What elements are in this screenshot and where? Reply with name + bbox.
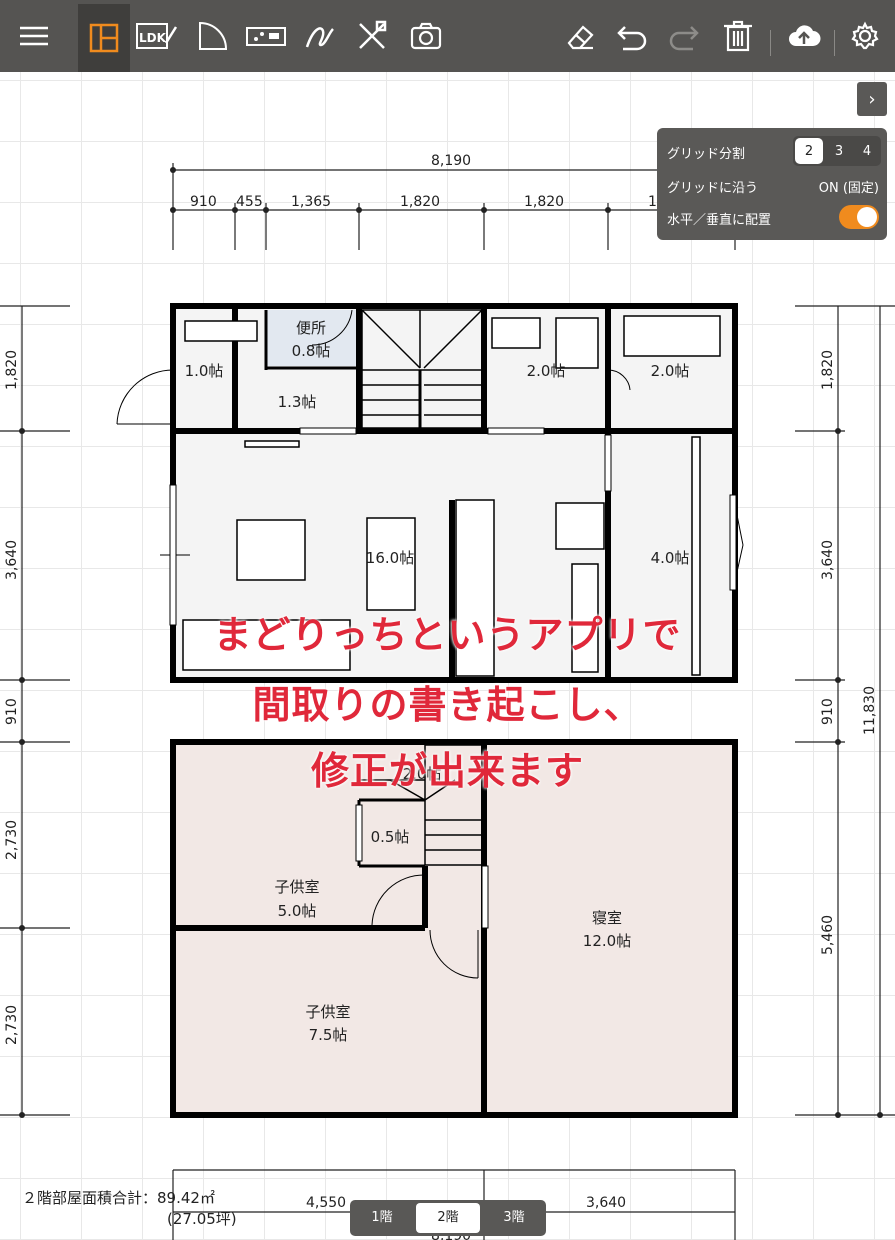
- dim-top-seg: 910: [190, 194, 217, 210]
- trash-icon[interactable]: [716, 14, 760, 58]
- dim-left-seg: 2,730: [4, 820, 20, 860]
- dim-top-seg: 1: [648, 194, 657, 210]
- toolbar-divider: [834, 30, 835, 56]
- floor-tab-2[interactable]: 2階: [416, 1203, 480, 1233]
- floor-tab-1[interactable]: 1階: [350, 1203, 414, 1233]
- ldk-label: LDK: [139, 31, 167, 45]
- room-label-toilet-area: 0.8帖: [292, 342, 331, 360]
- dim-left-seg: 2,730: [4, 1005, 20, 1045]
- dim-bottom-seg: 4,550: [306, 1195, 346, 1211]
- room-label-ldk: 16.0帖: [366, 549, 414, 567]
- room-label-kids1-name: 子供室: [274, 878, 319, 896]
- toolbar-divider: [770, 30, 771, 56]
- room-label-kids1-area: 5.0帖: [278, 902, 317, 920]
- area-tsubo: (27.05坪): [167, 1210, 237, 1228]
- floor-plan[interactable]: 8,190 910 455 1,365 1,820 1,820 1 1,820 …: [0, 72, 895, 1240]
- toolbar: LDK: [0, 0, 895, 72]
- measure-icon[interactable]: [350, 14, 394, 58]
- undo-icon[interactable]: [610, 14, 654, 58]
- furniture-icon[interactable]: [242, 14, 290, 58]
- dim-right-seg: 910: [820, 698, 836, 725]
- grid-division-option-4[interactable]: 4: [853, 136, 881, 166]
- grid-settings-panel: グリッド分割 2 3 4 グリッドに沿う ON (固定) 水平／垂直に配置: [657, 128, 887, 240]
- room-label: 2.0帖: [651, 362, 690, 380]
- dim-top-total: 8,190: [431, 153, 471, 169]
- camera-icon[interactable]: [404, 14, 448, 58]
- redo-icon[interactable]: [662, 14, 706, 58]
- dim-right-seg: 5,460: [820, 915, 836, 955]
- dim-top-seg: 1,365: [291, 194, 331, 210]
- room-label-bed-name: 寝室: [592, 909, 622, 927]
- dim-left-seg: 1,820: [4, 350, 20, 390]
- room-label-kids2-area: 7.5帖: [309, 1026, 348, 1044]
- dim-top-seg: 455: [236, 194, 263, 210]
- align-label: 水平／垂直に配置: [667, 212, 772, 228]
- room-label: 1.0帖: [185, 362, 224, 380]
- align-toggle[interactable]: [839, 205, 879, 229]
- chevron-right-icon: ›: [868, 88, 876, 110]
- room-label: 2.0帖: [527, 362, 566, 380]
- room-label-bed-area: 12.0帖: [583, 932, 631, 950]
- dim-right-total: 11,830: [862, 686, 878, 735]
- room-label-kids2-name: 子供室: [305, 1003, 350, 1021]
- dim-top-seg: 1,820: [400, 194, 440, 210]
- freehand-icon[interactable]: [298, 14, 342, 58]
- dim-top-seg: 1,820: [524, 194, 564, 210]
- room-label: 0.5帖: [371, 828, 410, 846]
- area-summary: ２階部屋面積合計：89.42㎡ (27.05坪): [22, 1188, 237, 1230]
- floor-tabs: 1階 2階 3階: [350, 1200, 546, 1236]
- dim-left-seg: 910: [4, 698, 20, 725]
- dim-bottom-seg: 3,640: [586, 1195, 626, 1211]
- room-label-toilet-name: 便所: [296, 319, 326, 337]
- grid-snap-label: グリッドに沿う: [667, 180, 759, 196]
- grid-division-label: グリッド分割: [667, 146, 746, 162]
- area-total: ２階部屋面積合計：89.42㎡: [22, 1189, 215, 1207]
- dim-right-seg: 1,820: [820, 350, 836, 390]
- door-arc-icon[interactable]: [190, 14, 234, 58]
- floor-tab-3[interactable]: 3階: [482, 1203, 546, 1233]
- room-label: 2.0帖: [403, 765, 442, 783]
- grid-snap-value[interactable]: ON (固定): [819, 177, 879, 196]
- dim-right-seg: 3,640: [820, 540, 836, 580]
- right-dimension-lines: [795, 305, 895, 1116]
- room-layout-icon[interactable]: [78, 4, 130, 72]
- grid-division-option-2[interactable]: 2: [795, 138, 823, 164]
- grid-division-option-3[interactable]: 3: [825, 136, 853, 166]
- cloud-upload-icon[interactable]: [782, 14, 826, 58]
- panel-collapse-button[interactable]: ›: [857, 82, 887, 116]
- menu-icon[interactable]: [12, 14, 56, 58]
- room-label: 1.3帖: [278, 393, 317, 411]
- room-label: 4.0帖: [651, 549, 690, 567]
- gear-icon[interactable]: [843, 14, 887, 58]
- eraser-icon[interactable]: [558, 14, 602, 58]
- ldk-label-icon[interactable]: LDK: [134, 14, 178, 58]
- grid-division-selector: 2 3 4: [793, 136, 881, 166]
- dim-left-seg: 3,640: [4, 540, 20, 580]
